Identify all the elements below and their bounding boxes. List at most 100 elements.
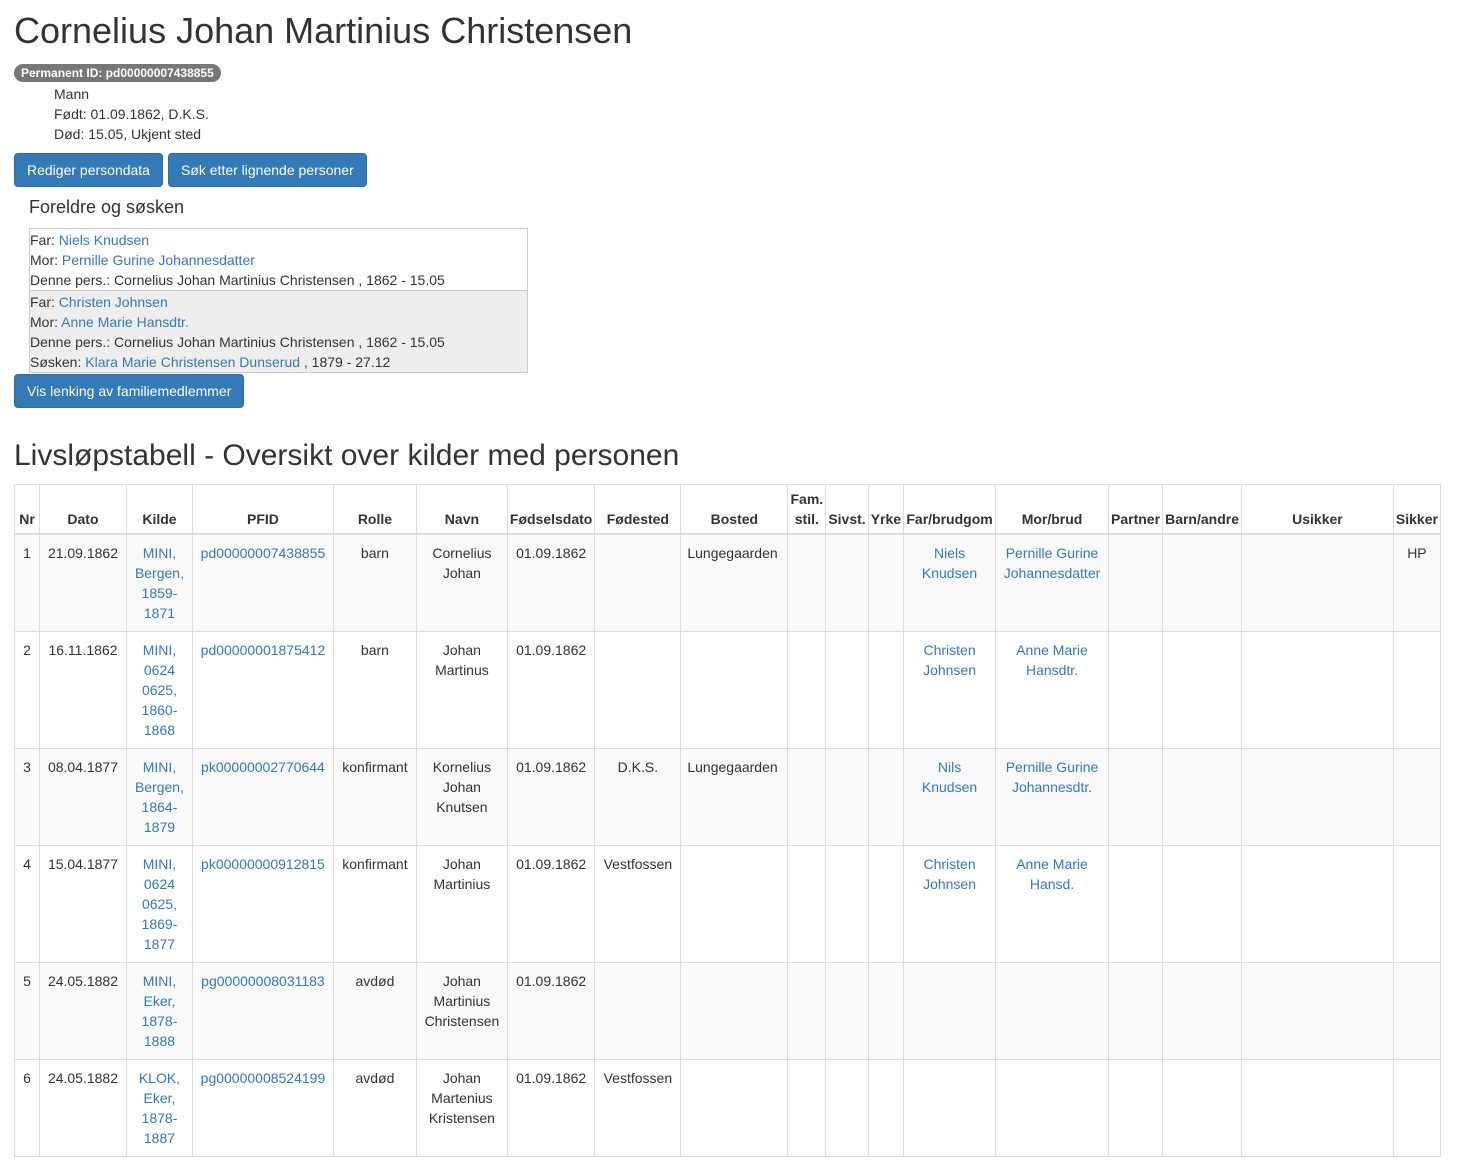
pfid-link[interactable]: pk00000002770644 [201,759,325,775]
cell-partner [1108,962,1164,1060]
table-row: 6 24.05.1882 KLOK, Eker, 1878-1887 pg000000… [14,1059,1442,1157]
cell-navn: Kornelius Johan Knutsen [415,748,508,846]
pfid-link[interactable]: pk00000000912815 [201,856,325,872]
cell-mor: Anne Marie Hansdtr. [995,631,1110,749]
cell-sikker [1392,962,1442,1060]
sibling-years: , 1879 - 27.12 [300,354,391,370]
cell-barn [1162,748,1243,846]
mother-label: Mor: [30,252,62,268]
mother-link[interactable]: Anne Marie Hansdtr. [61,314,189,330]
cell-bosted [680,1059,789,1157]
far-link[interactable]: Niels Knudsen [922,545,977,581]
pfid-link[interactable]: pd00000007438855 [201,545,326,561]
pfid-link[interactable]: pg00000008031183 [201,973,325,989]
cell-nr: 4 [14,845,40,963]
cell-pfid: pd00000007438855 [191,533,334,632]
cell-kilde: MINI, 0624 0625, 1869-1877 [125,845,193,963]
cell-famstil [787,845,827,963]
cell-bosted [680,845,789,963]
cell-pfid: pd00000001875412 [191,631,334,749]
kilde-link[interactable]: KLOK, Eker, 1878-1887 [139,1070,180,1146]
cell-fodselsdato: 01.09.1862 [506,962,596,1060]
cell-sivst [825,962,869,1060]
cell-sikker [1392,748,1442,846]
kilde-link[interactable]: MINI, 0624 0625, 1869-1877 [142,856,178,952]
cell-famstil [787,1059,827,1157]
cell-far: Nils Knudsen [903,748,997,846]
cell-far: Christen Johnsen [903,845,997,963]
cell-partner [1108,631,1164,749]
cell-mor [995,1059,1110,1157]
cell-nr: 6 [14,1059,40,1157]
cell-kilde: MINI, Eker, 1878-1888 [125,962,193,1060]
cell-mor: Anne Marie Hansd. [995,845,1110,963]
table-row: 1 21.09.1862 MINI, Bergen, 1859-1871 pd0000… [14,533,1442,632]
cell-fodested: Vestfossen [594,845,682,963]
show-family-links-button[interactable]: Vis lenking av familiemedlemmer [14,374,245,408]
cell-far: Niels Knudsen [903,533,997,632]
cell-far [903,962,997,1060]
kilde-link[interactable]: MINI, Bergen, 1859-1871 [135,545,184,621]
cell-famstil [787,748,827,846]
col-partner: Partner [1108,484,1164,535]
sex-text: Mann [54,86,90,102]
kilde-link[interactable]: MINI, Eker, 1878-1888 [142,973,178,1049]
cell-sivst [825,748,869,846]
col-usikker: Usikker [1241,484,1394,535]
family-group-2: Far: Christen Johnsen Mor: Anne Marie Ha… [29,291,528,373]
family-group-1: Far: Niels Knudsen Mor: Pernille Gurine … [29,228,528,291]
mor-link[interactable]: Anne Marie Hansd. [1016,856,1088,892]
cell-partner [1108,845,1164,963]
col-mor-brud: Mor/brud [995,484,1110,535]
cell-fodselsdato: 01.09.1862 [506,533,596,632]
far-link[interactable]: Christen Johnsen [923,642,976,678]
sibling-link[interactable]: Klara Marie Christensen Dunserud [85,354,300,370]
cell-famstil [787,533,827,632]
cell-usikker [1241,533,1394,632]
mor-link[interactable]: Pernille Gurine Johannesdatter [1004,545,1101,581]
mor-link[interactable]: Anne Marie Hansdtr. [1016,642,1088,678]
col-sikker: Sikker [1392,484,1442,535]
mother-link[interactable]: Pernille Gurine Johannesdatter [62,252,255,268]
page-title: Cornelius Johan Martinius Christensen [14,10,633,51]
cell-sivst [825,845,869,963]
col-bosted: Bosted [680,484,789,535]
col-navn: Navn [415,484,508,535]
timeline-heading: Livsløpstabell - Oversikt over kilder me… [14,439,680,472]
cell-dato: 21.09.1862 [38,533,127,632]
cell-dato: 24.05.1882 [38,962,127,1060]
cell-pfid: pk00000002770644 [191,748,334,846]
cell-yrke [867,748,905,846]
cell-rolle: avdød [332,1059,417,1157]
cell-bosted [680,962,789,1060]
cell-sikker [1392,631,1442,749]
pfid-link[interactable]: pd00000001875412 [201,642,326,658]
table-row: 5 24.05.1882 MINI, Eker, 1878-1888 pg000000… [14,962,1442,1060]
cell-bosted: Lungegaarden [680,748,789,846]
kilde-link[interactable]: MINI, Bergen, 1864-1879 [135,759,184,835]
cell-barn [1162,631,1243,749]
col-fodselsdato: Fødselsdato [506,484,596,535]
col-kilde: Kilde [125,484,193,535]
far-link[interactable]: Nils Knudsen [922,759,977,795]
cell-barn [1162,845,1243,963]
col-far-brudgom: Far/brudgom [903,484,997,535]
cell-nr: 3 [14,748,40,846]
pfid-link[interactable]: pg00000008524199 [201,1070,326,1086]
cell-bosted [680,631,789,749]
mor-link[interactable]: Pernille Gurine Johannesdtr. [1006,759,1099,795]
cell-nr: 5 [14,962,40,1060]
edit-person-button[interactable]: Rediger persondata [14,153,163,187]
father-link[interactable]: Christen Johnsen [59,294,168,310]
cell-fodested: D.K.S. [594,748,682,846]
cell-yrke [867,533,905,632]
kilde-link[interactable]: MINI, 0624 0625, 1860-1868 [142,642,178,738]
cell-usikker [1241,1059,1394,1157]
cell-partner [1108,533,1164,632]
col-sivst: Sivst. [825,484,869,535]
far-link[interactable]: Christen Johnsen [923,856,976,892]
father-link[interactable]: Niels Knudsen [59,232,149,248]
cell-navn: Johan Martinius [415,845,508,963]
search-similar-button[interactable]: Søk etter lignende personer [167,153,367,187]
family-section: Foreldre og søsken Far: Niels Knudsen Mo… [29,196,1465,373]
